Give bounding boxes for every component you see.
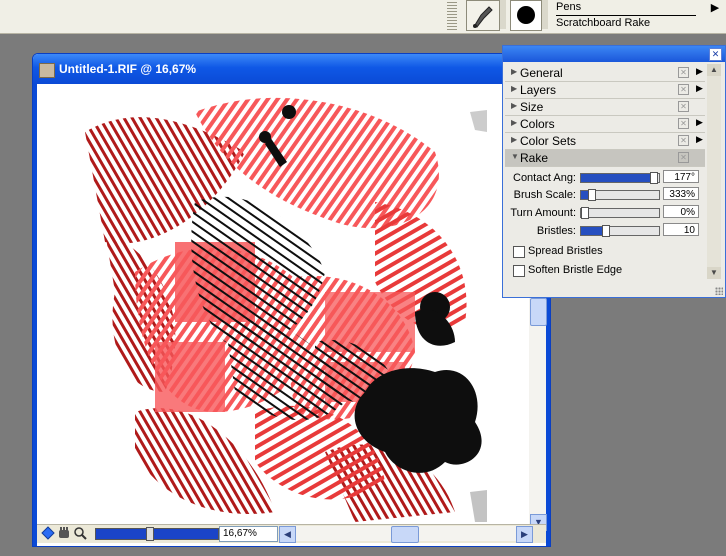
document-workspace (37, 84, 546, 534)
section-menu-arrow-icon[interactable]: ▶ (696, 117, 703, 128)
section-colors[interactable]: ▶ Colors ✕ ▶ (505, 116, 705, 133)
expand-triangle-icon: ▶ (511, 118, 518, 127)
checkbox-box[interactable] (513, 246, 525, 258)
contact-angle-slider[interactable] (580, 172, 660, 184)
close-section-icon[interactable]: ✕ (678, 67, 689, 78)
close-section-icon[interactable]: ✕ (678, 152, 689, 163)
close-section-icon[interactable]: ✕ (678, 101, 689, 112)
brush-scale-slider[interactable] (580, 189, 660, 201)
zoom-field[interactable]: 16,67% (219, 526, 278, 542)
close-section-icon[interactable]: ✕ (678, 118, 689, 129)
expand-triangle-icon: ▶ (511, 135, 518, 144)
vertical-scroll-thumb[interactable] (530, 298, 547, 326)
section-rake[interactable]: ▼ Rake ✕ (505, 150, 705, 167)
scroll-down-arrow-icon[interactable]: ▼ (707, 267, 721, 279)
document-status-bar: 16,67% ◀ ▶ (37, 524, 546, 543)
bristles-slider[interactable] (580, 225, 660, 237)
painting-canvas[interactable] (75, 92, 487, 524)
section-general[interactable]: ▶ General ✕ ▶ (505, 65, 705, 82)
artwork (75, 92, 487, 524)
bristles-label: Bristles: (536, 225, 576, 237)
scroll-right-arrow-icon[interactable]: ▶ (516, 526, 533, 543)
divider (556, 15, 696, 16)
brush-scale-control: Brush Scale: 333% (505, 187, 705, 203)
document-icon (39, 63, 55, 78)
pen-nib-icon (473, 6, 493, 28)
soften-bristle-edge-checkbox[interactable]: Soften Bristle Edge (513, 264, 693, 278)
property-bar: Pens Scratchboard Rake ▶ (0, 0, 726, 34)
close-icon[interactable]: ✕ (709, 48, 722, 61)
brush-scale-label: Brush Scale: (513, 189, 576, 201)
contact-angle-field[interactable]: 177° (663, 170, 699, 183)
zoom-slider-thumb[interactable] (146, 527, 154, 541)
section-layers[interactable]: ▶ Layers ✕ ▶ (505, 82, 705, 99)
expand-triangle-icon: ▶ (511, 67, 518, 76)
close-section-icon[interactable]: ✕ (678, 135, 689, 146)
bristles-field[interactable]: 10 (663, 223, 699, 236)
palette-title-bar[interactable]: ✕ (503, 46, 725, 62)
dab-preview-icon (517, 6, 535, 24)
brush-variant-label[interactable]: Scratchboard Rake (556, 17, 650, 29)
brush-scale-field[interactable]: 333% (663, 187, 699, 200)
spread-bristles-checkbox[interactable]: Spread Bristles (513, 245, 693, 259)
checkbox-box[interactable] (513, 265, 525, 277)
toolbar-grip[interactable] (447, 2, 457, 30)
brush-category-dropdown[interactable] (500, 0, 506, 29)
brush-category-label[interactable]: Pens (556, 1, 581, 13)
brush-tool-icon[interactable] (466, 0, 500, 31)
palette-scrollbar[interactable]: ▲ ▼ (707, 64, 721, 279)
brush-controls-palette: ✕ ▶ General ✕ ▶ ▶ Layers ✕ ▶ ▶ Size ✕ ▶ … (502, 45, 726, 298)
document-title-bar[interactable]: Untitled-1.RIF @ 16,67% (33, 54, 550, 84)
contact-angle-control: Contact Ang: 177° (505, 170, 705, 186)
turn-amount-slider[interactable] (580, 207, 660, 219)
turn-amount-field[interactable]: 0% (663, 205, 699, 218)
document-window: Untitled-1.RIF @ 16,67% ▼ 16,67% ◀ ▶ (32, 53, 551, 547)
horizontal-scroll-thumb[interactable] (391, 526, 419, 543)
section-size[interactable]: ▶ Size ✕ (505, 99, 705, 116)
slider-thumb[interactable] (588, 189, 596, 201)
scroll-up-arrow-icon[interactable]: ▲ (707, 64, 721, 76)
scroll-left-arrow-icon[interactable]: ◀ (279, 526, 296, 543)
grabber-hand-icon[interactable] (57, 526, 71, 540)
expand-triangle-icon: ▶ (511, 101, 518, 110)
turn-amount-control: Turn Amount: 0% (505, 205, 705, 221)
document-title: Untitled-1.RIF @ 16,67% (59, 62, 197, 76)
section-menu-arrow-icon[interactable]: ▶ (696, 83, 703, 94)
palette-menu-arrow-icon[interactable]: ▶ (704, 0, 726, 16)
collapse-triangle-icon: ▼ (511, 152, 519, 161)
zoom-slider[interactable] (95, 527, 219, 541)
turn-amount-label: Turn Amount: (510, 207, 576, 219)
horizontal-scrollbar[interactable]: ◀ ▶ (279, 526, 533, 543)
dab-preview[interactable] (510, 0, 542, 31)
resize-grip-icon[interactable] (715, 287, 723, 295)
expand-triangle-icon: ▶ (511, 84, 518, 93)
section-menu-arrow-icon[interactable]: ▶ (696, 66, 703, 77)
close-section-icon[interactable]: ✕ (678, 84, 689, 95)
layer-icon[interactable] (41, 526, 55, 540)
slider-thumb[interactable] (650, 172, 658, 184)
slider-thumb[interactable] (602, 225, 610, 237)
section-menu-arrow-icon[interactable]: ▶ (696, 134, 703, 145)
slider-thumb[interactable] (581, 207, 589, 219)
section-color-sets[interactable]: ▶ Color Sets ✕ ▶ (505, 133, 705, 150)
bristles-control: Bristles: 10 (505, 223, 705, 239)
contact-angle-label: Contact Ang: (513, 172, 576, 184)
magnifier-icon[interactable] (73, 526, 87, 540)
brush-variant-dropdown[interactable] (542, 0, 548, 29)
